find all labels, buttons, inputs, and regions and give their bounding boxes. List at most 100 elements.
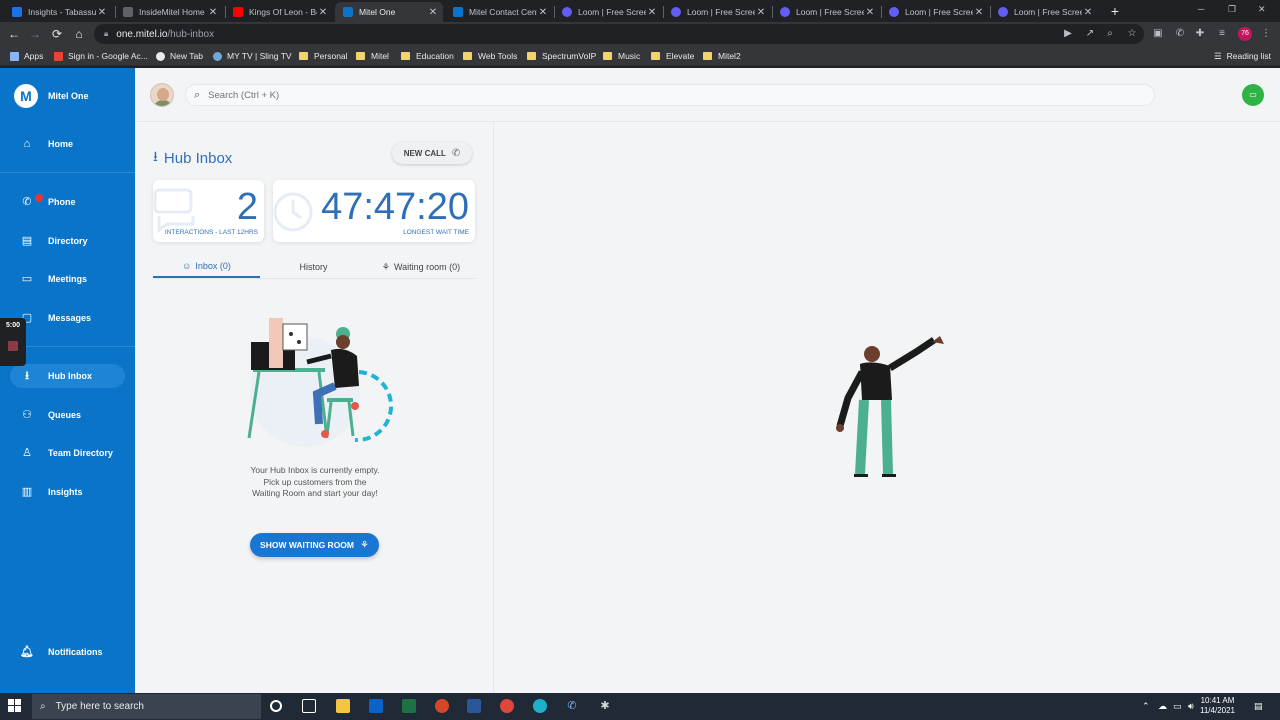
bookmark-folder-web-tools[interactable]: Web Tools	[463, 50, 517, 62]
open-external-icon[interactable]: ↗	[1084, 28, 1096, 40]
bookmark-google[interactable]: Sign in - Google Ac...	[54, 50, 148, 62]
browser-tab[interactable]: Loom | Free Screen ✕	[772, 2, 880, 22]
sidebar-item-messages[interactable]: ▢ Messages	[10, 306, 125, 330]
bookmark-apps[interactable]: Apps	[10, 50, 43, 62]
close-tab-icon[interactable]: ✕	[973, 7, 985, 18]
brand[interactable]: M Mitel One	[14, 84, 89, 108]
close-tab-icon[interactable]: ✕	[207, 7, 219, 18]
reload-icon[interactable]: ⟳	[49, 26, 65, 42]
camera-icon[interactable]: ▶	[1062, 28, 1074, 40]
insights-icon: ▥	[21, 486, 33, 498]
phone-app-icon[interactable]: ✆	[565, 699, 579, 713]
profile-avatar[interactable]: 76	[1238, 27, 1252, 41]
phone-extension-icon[interactable]: ✆	[1174, 28, 1186, 40]
minimize-icon[interactable]: ─	[1198, 4, 1204, 14]
bookmark-folder-music[interactable]: Music	[603, 50, 640, 62]
bookmark-folder-mitel[interactable]: Mitel	[356, 50, 389, 62]
sidebar-item-team-directory[interactable]: ♙ Team Directory	[10, 441, 125, 465]
tab-title: Mitel One	[359, 7, 396, 17]
avatar[interactable]	[150, 83, 174, 107]
network-icon[interactable]: ▭	[1173, 701, 1182, 712]
page-title: ⭳ Hub Inbox	[153, 146, 232, 170]
sidebar-item-directory[interactable]: ▤ Directory	[10, 229, 125, 253]
bookmark-folder-personal[interactable]: Personal	[299, 50, 348, 62]
browser-tab[interactable]: Mitel Contact Cent ✕	[445, 2, 553, 22]
edge-icon[interactable]	[533, 699, 547, 713]
sidebar-item-meetings[interactable]: ▭ Meetings	[10, 267, 125, 291]
browser-tab[interactable]: Loom | Free Screen ✕	[663, 2, 771, 22]
close-tab-icon[interactable]: ✕	[864, 7, 876, 18]
bookmark-folder-education[interactable]: Education	[401, 50, 454, 62]
close-tab-icon[interactable]: ✕	[646, 7, 658, 18]
address-bar[interactable]: 🔒︎ one.mitel.io/hub-inbox	[94, 24, 1144, 44]
loom-recording-widget[interactable]: 5:00	[0, 318, 26, 366]
close-tab-icon[interactable]: ✕	[537, 7, 549, 18]
outlook-icon[interactable]	[369, 699, 383, 713]
sidebar-item-insights[interactable]: ▥ Insights	[10, 480, 125, 504]
inbox-tabs: ☺ Inbox (0) History ⚘ Waiting room (0)	[153, 256, 475, 278]
sidebar-item-queues[interactable]: ⚇ Queues	[10, 403, 125, 427]
volume-icon[interactable]: 🔊︎	[1188, 701, 1194, 712]
file-explorer-icon[interactable]	[336, 699, 350, 713]
taskbar-search-input[interactable]: ⌕ Type here to search	[32, 694, 261, 719]
close-window-icon[interactable]: ✕	[1258, 4, 1266, 15]
show-waiting-room-button[interactable]: SHOW WAITING ROOM ⚘	[250, 533, 379, 557]
browser-tab[interactable]: Kings Of Leon - Be ✕	[225, 2, 333, 22]
sidebar-item-notifications[interactable]: 🔔︎ Notifications	[10, 640, 125, 664]
zoom-icon[interactable]: ⌕	[1104, 28, 1116, 40]
sidebar-item-hub-inbox[interactable]: ⭳ Hub Inbox	[10, 364, 125, 388]
task-view-icon[interactable]	[302, 699, 316, 713]
reading-list-icon[interactable]: ≡	[1216, 28, 1228, 40]
bookmark-star-icon[interactable]: ☆	[1126, 28, 1138, 40]
reading-list-button[interactable]: ☰ Reading list	[1214, 50, 1271, 62]
snipping-icon[interactable]: ✱	[598, 699, 612, 713]
notifications-icon[interactable]: ▤	[1254, 701, 1263, 712]
cortana-icon[interactable]	[270, 700, 282, 712]
onedrive-icon[interactable]: ☁	[1158, 701, 1167, 712]
restore-icon[interactable]: ❐	[1228, 4, 1236, 15]
longest-wait-label: LONGEST WAIT TIME	[403, 229, 469, 236]
close-tab-icon[interactable]: ✕	[96, 7, 108, 18]
sidebar-item-home[interactable]: ⌂ Home	[10, 132, 125, 156]
bookmark-folder-elevate[interactable]: Elevate	[651, 50, 694, 62]
status-button[interactable]: ▭	[1242, 84, 1264, 106]
puzzle-icon[interactable]: ✚	[1194, 28, 1206, 40]
system-clock[interactable]: 10:41 AM 11/4/2021	[1200, 696, 1235, 716]
bookmark-folder-spectrumvoip[interactable]: SpectrumVoIP	[527, 50, 596, 62]
browser-tab[interactable]: Loom | Free Screen ✕	[881, 2, 989, 22]
windows-start-icon[interactable]	[8, 699, 22, 713]
sidebar-item-phone[interactable]: ✆ Phone	[10, 190, 125, 214]
close-tab-icon[interactable]: ✕	[755, 7, 767, 18]
browser-tab[interactable]: Loom | Free Screen ✕	[990, 2, 1098, 22]
browser-tab[interactable]: Insights - Tabassum ✕	[4, 2, 112, 22]
tab-inbox[interactable]: ☺ Inbox (0)	[153, 256, 260, 278]
close-tab-icon[interactable]: ✕	[427, 7, 439, 18]
excel-icon[interactable]	[402, 699, 416, 713]
browser-tab[interactable]: InsideMitel Home ✕	[115, 2, 223, 22]
bell-icon: 🔔︎	[20, 646, 34, 658]
home-icon[interactable]: ⌂	[71, 26, 87, 42]
forward-icon[interactable]: →	[27, 26, 43, 42]
close-tab-icon[interactable]: ✕	[1082, 7, 1094, 18]
browser-tab[interactable]: Loom | Free Screen ✕	[554, 2, 662, 22]
word-icon[interactable]	[467, 699, 481, 713]
extension-icon[interactable]: ▣	[1152, 28, 1164, 40]
bookmark-new-tab[interactable]: New Tab	[156, 50, 203, 62]
stop-recording-icon[interactable]	[8, 341, 18, 351]
chrome-icon[interactable]	[500, 699, 514, 713]
search-input[interactable]: ⌕ Search (Ctrl + K)	[185, 84, 1155, 106]
bookmark-folder-mitel2[interactable]: Mitel2	[703, 50, 741, 62]
bookmark-sling[interactable]: MY TV | Sling TV	[213, 50, 292, 62]
folder-icon	[703, 52, 712, 60]
tab-waiting-room[interactable]: ⚘ Waiting room (0)	[367, 256, 475, 278]
tab-favicon-icon	[780, 7, 790, 17]
tab-history[interactable]: History	[260, 256, 367, 278]
powerpoint-icon[interactable]	[435, 699, 449, 713]
tray-expand-icon[interactable]: ⌃	[1142, 701, 1150, 712]
new-call-button[interactable]: NEW CALL ✆	[392, 142, 472, 164]
browser-tab-active[interactable]: Mitel One ✕	[335, 2, 443, 22]
back-icon[interactable]: ←	[6, 26, 22, 42]
new-tab-button[interactable]: +	[1108, 4, 1122, 18]
close-tab-icon[interactable]: ✕	[317, 7, 329, 18]
menu-icon[interactable]: ⋮	[1260, 28, 1272, 40]
